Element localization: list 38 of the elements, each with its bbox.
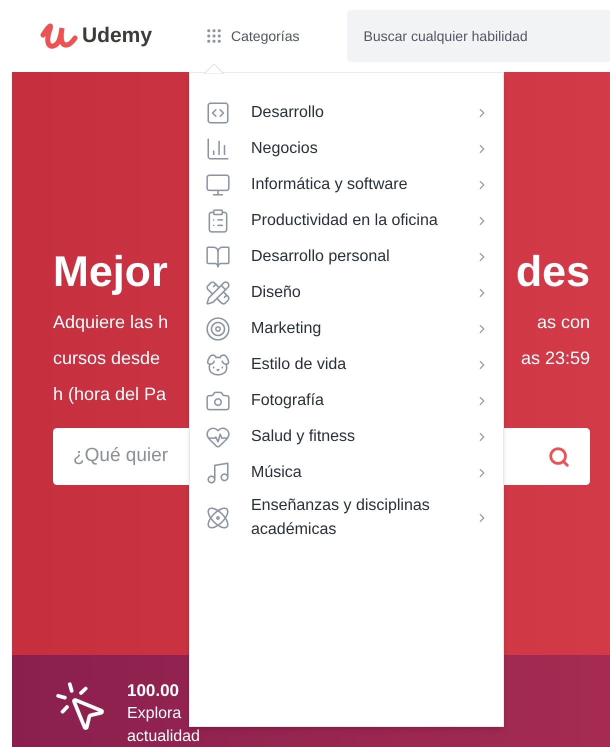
promo-text: Explora (127, 704, 182, 724)
category-item[interactable]: Productividad en la oficina (205, 203, 489, 239)
category-item[interactable]: Desarrollo (205, 95, 489, 131)
logo-text[interactable]: Udemy (82, 20, 152, 52)
pencil-ruler-icon (205, 280, 231, 306)
book-icon (205, 244, 231, 270)
code-window-icon (205, 100, 231, 126)
promo-text: actualidad (127, 727, 200, 747)
dog-icon (205, 352, 231, 378)
category-item[interactable]: Salud y fitness (205, 419, 489, 455)
hero-text: cursos desde (53, 346, 160, 370)
category-item[interactable]: Diseño (205, 275, 489, 311)
hero-title: Mejor (53, 246, 168, 298)
category-item[interactable]: Música (205, 455, 489, 491)
categories-button[interactable]: Categorías (205, 26, 300, 46)
bar-chart-icon (205, 136, 231, 162)
hero-text: h (hora del Pa (53, 382, 166, 406)
hero-text: as 23:59 (520, 346, 590, 370)
hero-text: Adquiere las h (53, 310, 168, 334)
hero-title: des (516, 246, 590, 298)
category-item[interactable]: Informática y software (205, 167, 489, 203)
category-item[interactable]: Marketing (205, 311, 489, 347)
search-icon[interactable] (548, 446, 570, 468)
category-item[interactable]: Negocios (205, 131, 489, 167)
category-item[interactable]: Fotografía (205, 383, 489, 419)
hero-text: as con (536, 310, 590, 334)
promo-title: 100.00 (127, 680, 180, 702)
search-field[interactable]: Buscar cualquier habilidad (347, 10, 610, 62)
logo-icon (40, 21, 78, 51)
category-item[interactable]: Enseñanzas y disciplinas académicas (205, 491, 489, 545)
grid-icon (205, 27, 223, 45)
music-note-icon (205, 460, 231, 486)
target-icon (205, 316, 231, 342)
category-item[interactable]: Desarrollo personal (205, 239, 489, 275)
search-placeholder: ¿Qué quier (73, 444, 168, 468)
atom-icon (205, 505, 231, 531)
monitor-icon (205, 172, 231, 198)
category-item[interactable]: Estilo de vida (205, 347, 489, 383)
